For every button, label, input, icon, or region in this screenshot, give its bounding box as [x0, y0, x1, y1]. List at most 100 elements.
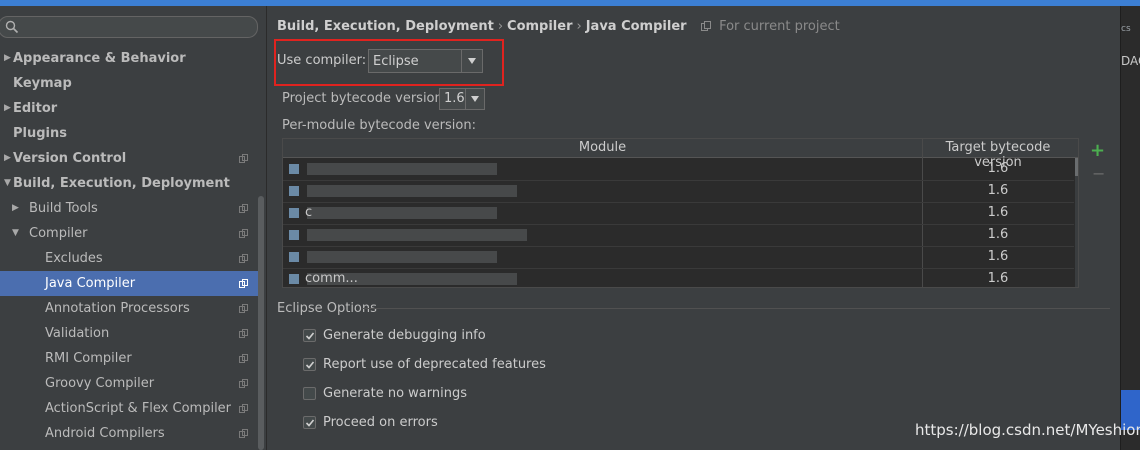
redacted-module-name: [307, 251, 497, 263]
project-bytecode-dropdown[interactable]: 1.6: [439, 88, 485, 110]
module-name: c: [305, 205, 313, 220]
use-compiler-value: Eclipse: [373, 54, 419, 69]
target-version-cell[interactable]: 1.6: [923, 205, 1073, 220]
sidebar-item-label: Keymap: [13, 76, 72, 91]
table-row[interactable]: 1.6: [283, 224, 1074, 247]
settings-search-input[interactable]: [0, 16, 258, 38]
table-row[interactable]: 1.6: [283, 158, 1074, 181]
search-icon: [5, 20, 19, 34]
breadcrumb-separator: ›: [576, 19, 582, 34]
sidebar-item-label: RMI Compiler: [45, 351, 132, 366]
sidebar-item[interactable]: ▶ Appearance & Behavior: [0, 46, 258, 71]
sidebar-item[interactable]: Android Compilers: [0, 421, 258, 446]
sidebar-item[interactable]: ▼ Compiler: [0, 221, 258, 246]
sidebar-item[interactable]: ▶ Version Control: [0, 146, 258, 171]
project-scope-icon: [239, 354, 248, 363]
unchecked-checkbox[interactable]: [303, 387, 316, 400]
sidebar-item[interactable]: Excludes: [0, 246, 258, 271]
use-compiler-dropdown[interactable]: Eclipse: [368, 49, 483, 73]
sidebar-item[interactable]: Plugins: [0, 121, 258, 146]
module-icon: [289, 208, 299, 218]
table-row[interactable]: 1.6: [283, 246, 1074, 269]
redacted-module-name: [307, 163, 497, 175]
sidebar-item[interactable]: Annotation Processors: [0, 296, 258, 321]
module-name: comm...: [305, 271, 358, 286]
dropdown-button[interactable]: [465, 89, 484, 109]
section-divider: [362, 308, 1110, 309]
sidebar-item-label: Validation: [45, 326, 110, 341]
sidebar-item-label: Android Compilers: [45, 426, 165, 441]
scrollbar-thumb[interactable]: [1075, 158, 1078, 176]
sidebar-item-label: Annotation Processors: [45, 301, 190, 316]
sidebar-item-label: Build, Execution, Deployment: [13, 176, 230, 191]
project-scope-icon: [239, 404, 248, 413]
collapsed-arrow-icon[interactable]: ▶: [4, 146, 11, 171]
project-scope-icon: [239, 304, 248, 313]
target-version-cell[interactable]: 1.6: [923, 249, 1073, 264]
redacted-module-name: [307, 185, 517, 197]
sidebar-item-label: Build Tools: [29, 201, 98, 216]
breadcrumb-separator: ›: [497, 19, 504, 34]
module-icon: [289, 164, 299, 174]
target-version-cell[interactable]: 1.6: [923, 183, 1073, 198]
expanded-arrow-icon[interactable]: ▼: [4, 171, 11, 196]
sidebar-item-label: Editor: [13, 101, 58, 116]
sidebar-item[interactable]: Validation: [0, 321, 258, 346]
sidebar-scrollbar[interactable]: [258, 196, 264, 450]
project-scope-icon: [239, 279, 248, 288]
scope-label: For current project: [719, 19, 840, 34]
table-row[interactable]: c 1.6: [283, 202, 1074, 225]
sidebar-item-label: Appearance & Behavior: [13, 51, 186, 66]
table-header: Module Target bytecode version: [283, 139, 1078, 170]
collapsed-arrow-icon[interactable]: ▶: [4, 96, 11, 121]
target-version-cell[interactable]: 1.6: [923, 271, 1073, 286]
sidebar-item-label: Groovy Compiler: [45, 376, 155, 391]
sidebar-item[interactable]: ActionScript & Flex Compiler: [0, 396, 258, 421]
sidebar-item[interactable]: ▶ Editor: [0, 96, 258, 121]
add-module-button[interactable]: +: [1090, 142, 1105, 160]
settings-tree: ▶ Appearance & Behavior Keymap ▶ Editor Plugi…: [0, 46, 258, 446]
eclipse-option-label: Generate no warnings: [323, 386, 468, 401]
breadcrumb-item: Java Compiler: [585, 19, 687, 34]
sidebar-item[interactable]: Java Compiler: [0, 271, 258, 296]
use-compiler-label: Use compiler:: [277, 53, 367, 68]
table-row[interactable]: comm... 1.6: [283, 268, 1074, 287]
project-scope-icon: [239, 329, 248, 338]
table-scrollbar[interactable]: [1075, 158, 1078, 287]
sidebar-item-label: Compiler: [29, 226, 88, 241]
sidebar-item[interactable]: ▼ Build, Execution, Deployment: [0, 171, 258, 196]
project-scope-icon: [239, 204, 248, 213]
per-module-label: Per-module bytecode version:: [282, 118, 476, 133]
collapsed-arrow-icon[interactable]: ▶: [12, 196, 19, 221]
project-scope-icon: [701, 21, 712, 31]
expanded-arrow-icon[interactable]: ▼: [12, 221, 19, 246]
java-compiler-panel: Build, Execution, Deployment › Compiler › Ja…: [267, 6, 1120, 450]
sidebar-item[interactable]: ▶ Build Tools: [0, 196, 258, 221]
right-tool-strip: cs DAC: [1120, 6, 1140, 450]
checked-checkbox[interactable]: [303, 416, 316, 429]
dropdown-button[interactable]: [461, 50, 482, 72]
checked-checkbox[interactable]: [303, 358, 316, 371]
breadcrumb: Build, Execution, Deployment › Compiler › Ja…: [277, 19, 840, 34]
sidebar-item[interactable]: Groovy Compiler: [0, 371, 258, 396]
checked-checkbox[interactable]: [303, 329, 316, 342]
project-scope-icon: [239, 154, 248, 163]
breadcrumb-item: Compiler: [507, 19, 573, 34]
eclipse-option-label: Proceed on errors: [323, 415, 438, 430]
table-row[interactable]: 1.6: [283, 180, 1074, 203]
sidebar-item[interactable]: Keymap: [0, 71, 258, 96]
redacted-module-name: [307, 229, 527, 241]
watermark-text: https://blog.csdn.net/MYeshion: [915, 421, 1140, 439]
remove-module-button[interactable]: −: [1092, 166, 1105, 182]
project-bytecode-value: 1.6: [444, 91, 465, 106]
settings-sidebar: ▶ Appearance & Behavior Keymap ▶ Editor Plugi…: [0, 6, 267, 450]
target-version-cell[interactable]: 1.6: [923, 227, 1073, 242]
collapsed-arrow-icon[interactable]: ▶: [4, 46, 11, 71]
sidebar-item[interactable]: RMI Compiler: [0, 346, 258, 371]
target-version-cell[interactable]: 1.6: [923, 161, 1073, 176]
sidebar-item-label: Version Control: [13, 151, 127, 166]
column-header-module[interactable]: Module: [283, 140, 922, 155]
per-module-table: Module Target bytecode version 1.6 1.6 c 1.…: [282, 138, 1079, 288]
project-scope-icon: [239, 379, 248, 388]
sidebar-item-label: Java Compiler: [45, 276, 136, 291]
